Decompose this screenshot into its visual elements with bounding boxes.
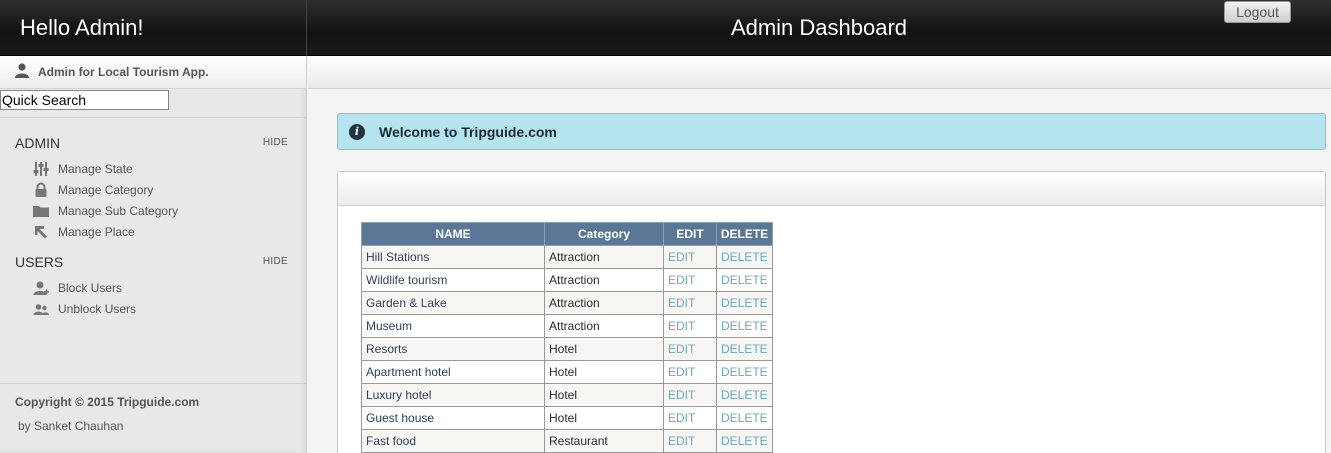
sidebar: Admin for Local Tourism App. ADMIN HIDE … [0, 56, 307, 453]
places-table: NAME Category EDIT DELETE Hill Stations … [361, 222, 773, 453]
edit-link[interactable]: EDIT [663, 314, 717, 338]
delete-link[interactable]: DELETE [716, 291, 773, 315]
delete-link[interactable]: DELETE [716, 245, 773, 269]
table-row: Apartment hotel Hotel EDIT DELETE [361, 360, 773, 384]
sidebar-item-manage-state[interactable]: Manage State [33, 160, 133, 178]
users-icon [33, 301, 49, 317]
arrow-icon [33, 224, 49, 240]
column-header-name[interactable]: NAME [361, 222, 545, 246]
sidebar-item-label: Manage Sub Category [58, 204, 179, 218]
sliders-icon [33, 161, 49, 177]
delete-link[interactable]: DELETE [716, 337, 773, 361]
lock-icon [33, 182, 49, 198]
cell-category: Attraction [544, 291, 664, 315]
sidebar-item-label: Block Users [58, 281, 123, 295]
delete-link[interactable]: DELETE [716, 383, 773, 407]
folder-icon [33, 203, 49, 219]
cell-category: Restaurant [544, 429, 664, 453]
user-label: Admin for Local Tourism App. [38, 65, 209, 79]
byline-text: by Sanket Chauhan [18, 419, 124, 433]
quick-search-input[interactable] [0, 90, 169, 110]
cell-category: Attraction [544, 314, 664, 338]
cell-category: Hotel [544, 406, 664, 430]
cell-name: Wildlife tourism [361, 268, 545, 292]
sub-header-bar [308, 56, 1331, 89]
sidebar-item-manage-category[interactable]: Manage Category [33, 181, 153, 199]
delete-link[interactable]: DELETE [716, 429, 773, 453]
divider [0, 117, 307, 118]
cell-name: Garden & Lake [361, 291, 545, 315]
sidebar-item-unblock-users[interactable]: Unblock Users [33, 300, 136, 318]
greeting: Hello Admin! [0, 0, 307, 56]
edit-link[interactable]: EDIT [663, 268, 717, 292]
cell-name: Fast food [361, 429, 545, 453]
delete-link[interactable]: DELETE [716, 360, 773, 384]
copyright-text: Copyright © 2015 Tripguide.com [15, 395, 200, 409]
section-admin-header: ADMIN HIDE [15, 135, 290, 153]
cell-name: Hill Stations [361, 245, 545, 269]
table-row: Guest house Hotel EDIT DELETE [361, 406, 773, 430]
cell-category: Hotel [544, 360, 664, 384]
hide-users-toggle[interactable]: HIDE [263, 256, 288, 267]
sidebar-item-manage-sub-category[interactable]: Manage Sub Category [33, 202, 178, 220]
section-title: USERS [15, 254, 64, 270]
cell-name: Resorts [361, 337, 545, 361]
table-row: Wildlife tourism Attraction EDIT DELETE [361, 268, 773, 292]
table-row: Fast food Restaurant EDIT DELETE [361, 429, 773, 453]
cell-name: Museum [361, 314, 545, 338]
cell-name: Apartment hotel [361, 360, 545, 384]
table-row: Garden & Lake Attraction EDIT DELETE [361, 291, 773, 315]
column-header-edit: EDIT [663, 222, 717, 246]
cell-category: Hotel [544, 337, 664, 361]
cell-category: Attraction [544, 268, 664, 292]
table-header-row: NAME Category EDIT DELETE [361, 222, 773, 246]
sidebar-item-label: Manage Category [58, 183, 154, 197]
edit-link[interactable]: EDIT [663, 406, 717, 430]
cell-name: Luxury hotel [361, 383, 545, 407]
welcome-alert: i Welcome to Tripguide.com [337, 113, 1326, 150]
section-title: ADMIN [15, 135, 61, 151]
cell-category: Hotel [544, 383, 664, 407]
user-add-icon [33, 280, 49, 296]
table-row: Luxury hotel Hotel EDIT DELETE [361, 383, 773, 407]
user-bar: Admin for Local Tourism App. [0, 56, 306, 89]
table-row: Resorts Hotel EDIT DELETE [361, 337, 773, 361]
user-icon [14, 62, 30, 83]
edit-link[interactable]: EDIT [663, 337, 717, 361]
section-users-header: USERS HIDE [15, 254, 290, 272]
table-row: Museum Attraction EDIT DELETE [361, 314, 773, 338]
welcome-message: Welcome to Tripguide.com [379, 123, 557, 140]
cell-name: Guest house [361, 406, 545, 430]
edit-link[interactable]: EDIT [663, 360, 717, 384]
edit-link[interactable]: EDIT [663, 245, 717, 269]
edit-link[interactable]: EDIT [663, 429, 717, 453]
edit-link[interactable]: EDIT [663, 383, 717, 407]
table-row: Hill Stations Attraction EDIT DELETE [361, 245, 773, 269]
delete-link[interactable]: DELETE [716, 314, 773, 338]
cell-category: Attraction [544, 245, 664, 269]
sidebar-item-label: Manage State [58, 162, 133, 176]
delete-link[interactable]: DELETE [716, 268, 773, 292]
edit-link[interactable]: EDIT [663, 291, 717, 315]
hide-admin-toggle[interactable]: HIDE [263, 137, 288, 148]
delete-link[interactable]: DELETE [716, 406, 773, 430]
column-header-category[interactable]: Category [544, 222, 664, 246]
sidebar-item-label: Unblock Users [58, 302, 137, 316]
column-header-delete: DELETE [716, 222, 773, 246]
sidebar-item-label: Manage Place [58, 225, 135, 239]
sidebar-item-block-users[interactable]: Block Users [33, 279, 122, 297]
top-header: Hello Admin! Admin Dashboard Logout [0, 0, 1331, 56]
divider [0, 383, 307, 384]
panel-header [338, 172, 1325, 206]
page-title: Admin Dashboard [730, 15, 908, 40]
sidebar-item-manage-place[interactable]: Manage Place [33, 223, 135, 241]
logout-button[interactable]: Logout [1224, 1, 1291, 23]
info-icon: i [349, 123, 365, 140]
